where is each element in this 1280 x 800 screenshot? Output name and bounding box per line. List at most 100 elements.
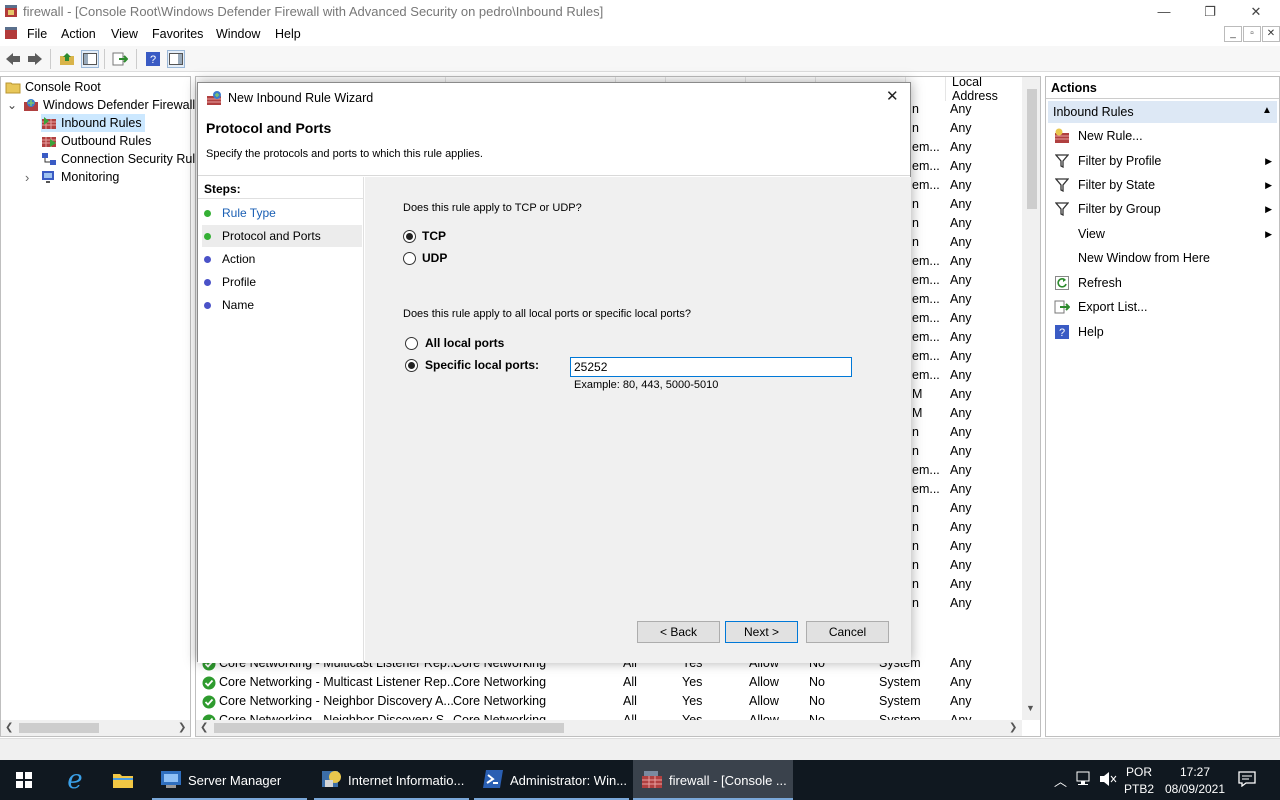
close-button[interactable]: ✕ bbox=[1233, 0, 1279, 23]
cell-local-address: Any bbox=[950, 330, 972, 344]
tree-item-firewall[interactable]: ⌄ Windows Defender Firewall bbox=[7, 96, 195, 114]
action-view[interactable]: View ▶ bbox=[1054, 223, 1276, 245]
chevron-down-icon[interactable]: ⌄ bbox=[7, 98, 23, 112]
internet-explorer-icon[interactable]: e bbox=[56, 760, 94, 800]
restore-button[interactable]: ❐ bbox=[1187, 0, 1233, 23]
wizard-step-action[interactable]: Action bbox=[202, 248, 362, 270]
start-button[interactable] bbox=[0, 760, 48, 800]
forward-arrow-icon[interactable] bbox=[26, 50, 44, 68]
menu-view[interactable]: View bbox=[111, 27, 138, 41]
scroll-left-icon[interactable]: ❮ bbox=[200, 722, 208, 733]
mdi-minimize-button[interactable]: _ bbox=[1224, 26, 1242, 42]
specific-ports-input[interactable] bbox=[570, 357, 852, 377]
action-filter-by-profile[interactable]: Filter by Profile ▶ bbox=[1054, 150, 1276, 172]
scrollbar-thumb[interactable] bbox=[19, 723, 99, 733]
mdi-close-button[interactable]: ✕ bbox=[1262, 26, 1280, 42]
scroll-right-icon[interactable]: ❯ bbox=[178, 722, 186, 733]
all-local-ports-option[interactable]: All local ports bbox=[405, 336, 504, 350]
taskbar-powershell[interactable]: Administrator: Win... bbox=[474, 760, 629, 800]
show-hidden-icons-chevron-icon[interactable]: ︿ bbox=[1054, 771, 1067, 790]
column-header-program[interactable] bbox=[906, 77, 946, 101]
back-button[interactable]: < Back bbox=[637, 621, 720, 643]
menu-favorites[interactable]: Favorites bbox=[152, 27, 203, 41]
cell-local: Any bbox=[950, 675, 972, 689]
input-language[interactable]: POR PTB2 bbox=[1124, 765, 1154, 796]
tcp-option[interactable]: TCP bbox=[403, 229, 446, 243]
connection-security-icon bbox=[41, 152, 57, 166]
wizard-step-name[interactable]: Name bbox=[202, 294, 362, 316]
notifications-icon[interactable] bbox=[1238, 771, 1256, 790]
action-new-window-from-here[interactable]: New Window from Here bbox=[1054, 247, 1276, 269]
step-status-dot-icon bbox=[204, 278, 211, 286]
tree-item-inbound-rules[interactable]: Inbound Rules bbox=[41, 114, 145, 132]
show-hide-tree-icon[interactable] bbox=[81, 50, 99, 68]
udp-radio[interactable] bbox=[403, 251, 416, 265]
scroll-right-icon[interactable]: ❯ bbox=[1009, 722, 1017, 733]
scroll-left-icon[interactable]: ❮ bbox=[5, 722, 13, 733]
tree-item-outbound-rules[interactable]: Outbound Rules bbox=[41, 132, 151, 150]
action-help[interactable]: ? Help bbox=[1054, 321, 1276, 343]
up-folder-icon[interactable] bbox=[58, 50, 76, 68]
taskbar-firewall[interactable]: firewall - [Console ... bbox=[633, 760, 793, 800]
specific-local-ports-radio[interactable] bbox=[405, 358, 418, 372]
taskbar-iis-manager[interactable]: Internet Informatio... bbox=[314, 760, 469, 800]
clock[interactable]: 17:27 08/09/2021 bbox=[1160, 765, 1230, 796]
table-row[interactable]: Core Networking - Neighbor Discovery A..… bbox=[196, 692, 1022, 711]
export-list-icon[interactable] bbox=[111, 50, 129, 68]
action-export-list[interactable]: Export List... bbox=[1054, 296, 1276, 318]
tree-item-monitoring[interactable]: › Monitoring bbox=[25, 168, 119, 186]
menu-window[interactable]: Window bbox=[216, 27, 260, 41]
cell-local-address: Any bbox=[950, 140, 972, 154]
scroll-down-icon[interactable]: ▼ bbox=[1026, 703, 1035, 713]
wizard-step-profile[interactable]: Profile bbox=[202, 271, 362, 293]
volume-muted-icon[interactable] bbox=[1099, 771, 1117, 790]
menu-file[interactable]: File bbox=[27, 27, 47, 41]
actions-section-inbound-rules[interactable]: Inbound Rules ▲ bbox=[1048, 101, 1277, 123]
cell-local-address: Any bbox=[950, 273, 972, 287]
chevron-right-icon[interactable]: › bbox=[25, 170, 41, 185]
submenu-arrow-icon: ▶ bbox=[1265, 179, 1272, 190]
cancel-button[interactable]: Cancel bbox=[806, 621, 889, 643]
file-explorer-icon[interactable] bbox=[104, 760, 142, 800]
specific-local-ports-option[interactable]: Specific local ports: bbox=[405, 358, 539, 372]
wizard-title: New Inbound Rule Wizard bbox=[228, 91, 374, 105]
collapse-icon[interactable]: ▲ bbox=[1262, 105, 1272, 116]
taskbar-server-manager[interactable]: Server Manager bbox=[152, 760, 307, 800]
back-arrow-icon[interactable] bbox=[4, 50, 22, 68]
list-vertical-scrollbar[interactable]: ▼ bbox=[1022, 77, 1040, 720]
minimize-button[interactable]: — bbox=[1141, 0, 1187, 23]
menu-action[interactable]: Action bbox=[61, 27, 96, 41]
step-status-dot-icon bbox=[204, 255, 211, 263]
scrollbar-thumb[interactable] bbox=[1027, 89, 1037, 209]
table-row[interactable]: Core Networking - Multicast Listener Rep… bbox=[196, 673, 1022, 692]
submenu-arrow-icon: ▶ bbox=[1265, 203, 1272, 214]
wizard-step-rule-type[interactable]: Rule Type bbox=[202, 202, 362, 224]
action-filter-by-state[interactable]: Filter by State ▶ bbox=[1054, 174, 1276, 196]
tree-item-connection-security-rules[interactable]: Connection Security Rul bbox=[41, 150, 195, 168]
column-header-local-address[interactable]: Local Address bbox=[946, 77, 1026, 103]
mdi-restore-button[interactable]: ▫ bbox=[1243, 26, 1261, 42]
next-button[interactable]: Next > bbox=[725, 621, 798, 643]
list-horizontal-scrollbar[interactable]: ❮ ❯ bbox=[196, 720, 1022, 736]
wizard-subheading: Specify the protocols and ports to which… bbox=[206, 148, 483, 160]
cell-local-address: Any bbox=[950, 292, 972, 306]
wizard-step-protocol-and-ports[interactable]: Protocol and Ports bbox=[202, 225, 362, 247]
cell-program-fragment: n bbox=[912, 216, 919, 230]
action-refresh[interactable]: Refresh bbox=[1054, 272, 1276, 294]
help-icon[interactable]: ? bbox=[144, 50, 162, 68]
network-icon[interactable] bbox=[1076, 771, 1094, 790]
cell-enabled: Yes bbox=[682, 694, 703, 708]
tcp-radio[interactable] bbox=[403, 229, 416, 243]
action-new-rule[interactable]: New Rule... bbox=[1054, 125, 1276, 147]
scrollbar-thumb[interactable] bbox=[214, 723, 564, 733]
action-filter-by-group[interactable]: Filter by Group ▶ bbox=[1054, 198, 1276, 220]
udp-option[interactable]: UDP bbox=[403, 251, 447, 265]
show-action-pane-icon[interactable] bbox=[167, 50, 185, 68]
tree-item-console-root[interactable]: Console Root bbox=[5, 78, 101, 96]
submenu-arrow-icon: ▶ bbox=[1265, 228, 1272, 239]
help-icon: ? bbox=[1054, 324, 1070, 340]
tree-horizontal-scrollbar[interactable]: ❮ ❯ bbox=[1, 720, 190, 736]
wizard-close-button[interactable]: ✕ bbox=[886, 87, 899, 105]
menu-help[interactable]: Help bbox=[275, 27, 301, 41]
all-local-ports-radio[interactable] bbox=[405, 336, 418, 350]
